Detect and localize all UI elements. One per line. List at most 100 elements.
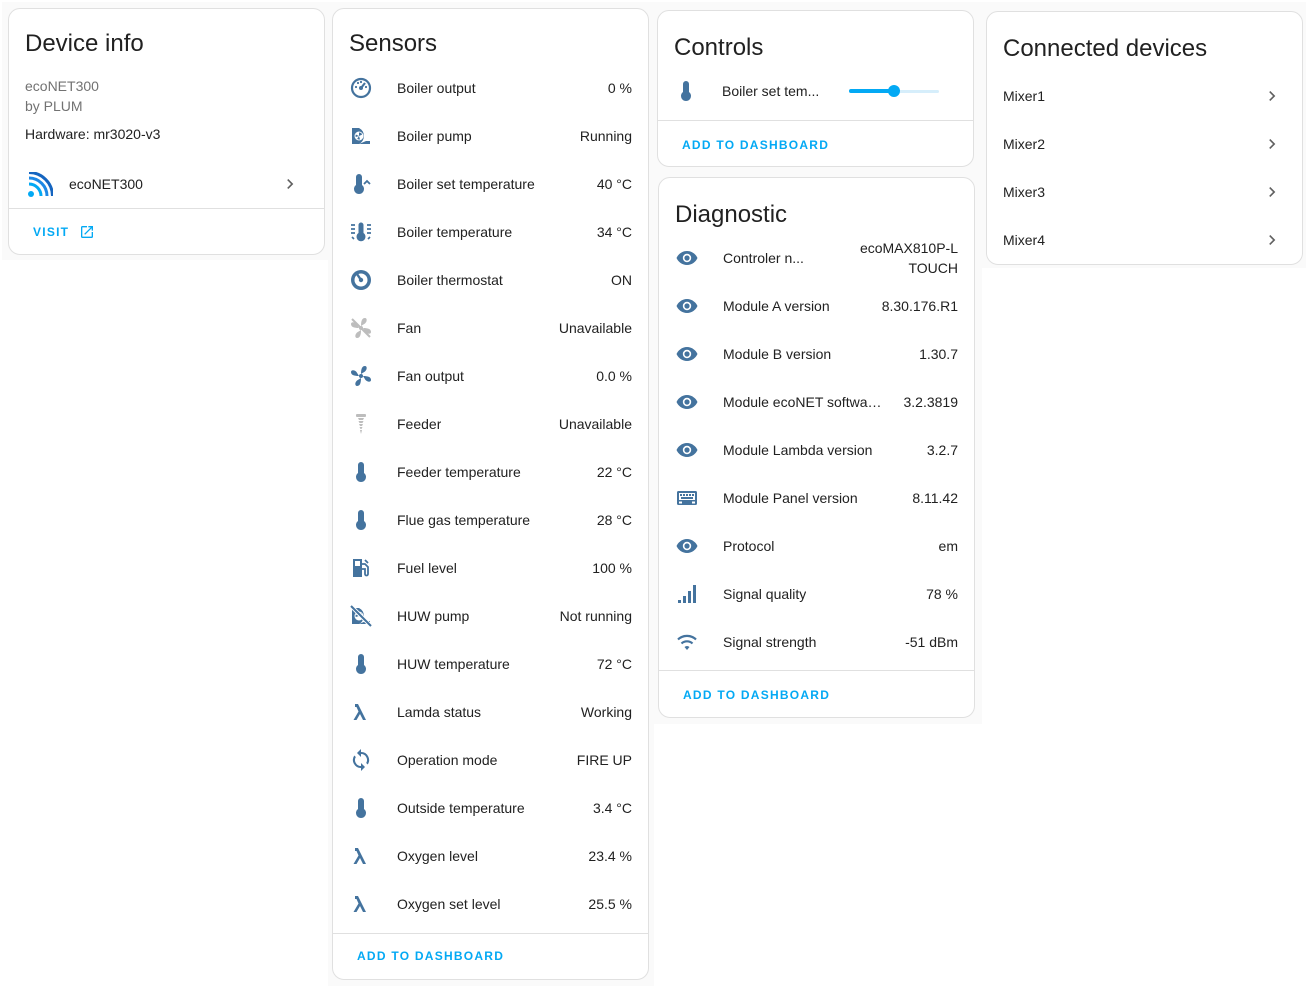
pump-off-icon (349, 604, 373, 628)
device-info-card: Device info ecoNET300 by PLUM Hardware: … (8, 8, 325, 255)
diagnostic-row[interactable]: Module Lambda version 3.2.7 (659, 426, 974, 474)
device-info-title: Device info (25, 30, 144, 57)
sensors-divider (333, 933, 648, 934)
connected-device-label: Mixer2 (1003, 136, 1046, 152)
diagnostic-row[interactable]: Signal strength -51 dBm (659, 618, 974, 666)
diagnostic-divider (659, 670, 974, 671)
rss-icon (27, 171, 54, 198)
sensor-row[interactable]: Fuel level 100 % (333, 544, 648, 592)
sensor-value: Unavailable (558, 416, 632, 432)
sensors-card: Sensors Boiler output 0 % Boiler pump Runni… (332, 8, 649, 980)
sensor-row[interactable]: Oxygen set level 25.5 % (333, 880, 648, 928)
controls-card: Controls Boiler set tem... ADD TO DASHBO… (657, 10, 974, 167)
sensor-row[interactable]: Boiler pump Running (333, 112, 648, 160)
sensor-row[interactable]: HUW temperature 72 °C (333, 640, 648, 688)
sensor-row[interactable]: Fan output 0.0 % (333, 352, 648, 400)
sensor-row[interactable]: Operation mode FIRE UP (333, 736, 648, 784)
diagnostic-list: Controler n... ecoMAX810P-L TOUCH Module A … (659, 234, 974, 666)
sensor-row[interactable]: Outside temperature 3.4 °C (333, 784, 648, 832)
sensor-row[interactable]: HUW pump Not running (333, 592, 648, 640)
diagnostic-label: Module Panel version (723, 490, 858, 506)
sensor-label: Lamda status (397, 704, 482, 720)
connected-device-label: Mixer3 (1003, 184, 1046, 200)
diagnostic-value: 3.2.3819 (903, 394, 959, 410)
control-label: Boiler set tem... (722, 83, 820, 99)
chevron-right-icon (1262, 134, 1282, 154)
sensor-label: Fan output (397, 368, 464, 384)
diagnostic-value: ecoMAX810P-L TOUCH (860, 238, 958, 278)
diagnostic-row[interactable]: Controler n... ecoMAX810P-L TOUCH (659, 234, 974, 282)
diagnostic-row[interactable]: Module ecoNET software ... 3.2.3819 (659, 378, 974, 426)
diagnostic-row[interactable]: Module Panel version 8.11.42 (659, 474, 974, 522)
sensor-label: Oxygen set level (397, 896, 501, 912)
boiler-set-temperature-slider[interactable] (849, 85, 939, 97)
integration-row[interactable]: ecoNET300 (9, 160, 324, 208)
sensor-value: ON (611, 272, 632, 288)
device-manufacturer: by PLUM (25, 98, 83, 114)
controls-add-to-dashboard-button[interactable]: ADD TO DASHBOARD (682, 138, 829, 152)
pump-icon (349, 124, 373, 148)
diagnostic-row[interactable]: Protocol em (659, 522, 974, 570)
sensor-value: 0.0 % (596, 368, 632, 384)
sensor-value: 72 °C (596, 656, 632, 672)
sensor-row[interactable]: Lamda status Working (333, 688, 648, 736)
eye-icon (675, 438, 699, 462)
thermometer-icon (349, 460, 373, 484)
diagnostic-label: Module Lambda version (723, 442, 873, 458)
visit-label: VISIT (33, 225, 70, 239)
diagnostic-value: em (938, 538, 958, 554)
diagnostic-label: Module B version (723, 346, 832, 362)
diagnostic-row[interactable]: Module A version 8.30.176.R1 (659, 282, 974, 330)
slider-thumb[interactable] (888, 85, 900, 97)
sensor-value: 25.5 % (588, 896, 632, 912)
diagnostic-row[interactable]: Signal quality 78 % (659, 570, 974, 618)
thermometer-icon (349, 652, 373, 676)
sensor-row[interactable]: Flue gas temperature 28 °C (333, 496, 648, 544)
gas-station-icon (349, 556, 373, 580)
connected-device-row[interactable]: Mixer4 (987, 216, 1302, 264)
eye-icon (675, 246, 699, 270)
thermometer-icon (674, 79, 698, 103)
eye-icon (675, 294, 699, 318)
fan-icon (349, 364, 373, 388)
diagnostic-value: 3.2.7 (926, 442, 958, 458)
sensor-value: 100 % (592, 560, 632, 576)
sensor-label: Oxygen level (397, 848, 478, 864)
diagnostic-value: 78 % (926, 586, 958, 602)
sensor-row[interactable]: Feeder temperature 22 °C (333, 448, 648, 496)
connected-devices-list: Mixer1 Mixer2 Mixer3 Mixer4 (987, 72, 1302, 264)
connected-device-label: Mixer4 (1003, 232, 1046, 248)
eye-icon (675, 390, 699, 414)
sensor-row[interactable]: Feeder Unavailable (333, 400, 648, 448)
sensor-row[interactable]: Boiler output 0 % (333, 64, 648, 112)
connected-device-row[interactable]: Mixer1 (987, 72, 1302, 120)
diagnostic-label: Signal strength (723, 634, 817, 650)
sensor-value: 28 °C (596, 512, 632, 528)
sensor-value: Running (579, 128, 632, 144)
chevron-right-icon (280, 174, 300, 194)
connected-device-row[interactable]: Mixer3 (987, 168, 1302, 216)
thermometer-lines-icon (349, 220, 373, 244)
diagnostic-row[interactable]: Module B version 1.30.7 (659, 330, 974, 378)
thermostat-icon (349, 268, 373, 292)
sensor-row[interactable]: Oxygen level 23.4 % (333, 832, 648, 880)
signal-bars-icon (675, 582, 699, 606)
diagnostic-value-line1: ecoMAX810P-L (859, 240, 958, 256)
connected-device-row[interactable]: Mixer2 (987, 120, 1302, 168)
sensor-value: Working (580, 704, 632, 720)
diagnostic-add-to-dashboard-button[interactable]: ADD TO DASHBOARD (683, 688, 830, 702)
wifi-icon (675, 630, 699, 654)
sensor-label: Boiler temperature (397, 224, 513, 240)
sensors-add-to-dashboard-button[interactable]: ADD TO DASHBOARD (357, 949, 504, 963)
connected-devices-title: Connected devices (1003, 35, 1208, 62)
sensor-row[interactable]: Boiler temperature 34 °C (333, 208, 648, 256)
sensor-row[interactable]: Boiler set temperature 40 °C (333, 160, 648, 208)
sync-icon (349, 748, 373, 772)
sensor-label: Boiler set temperature (397, 176, 535, 192)
sensor-value: FIRE UP (576, 752, 632, 768)
visit-button[interactable]: VISIT (33, 224, 95, 240)
sensor-value: 40 °C (596, 176, 632, 192)
sensor-row[interactable]: Fan Unavailable (333, 304, 648, 352)
diagnostic-label: Module A version (723, 298, 830, 314)
sensor-row[interactable]: Boiler thermostat ON (333, 256, 648, 304)
